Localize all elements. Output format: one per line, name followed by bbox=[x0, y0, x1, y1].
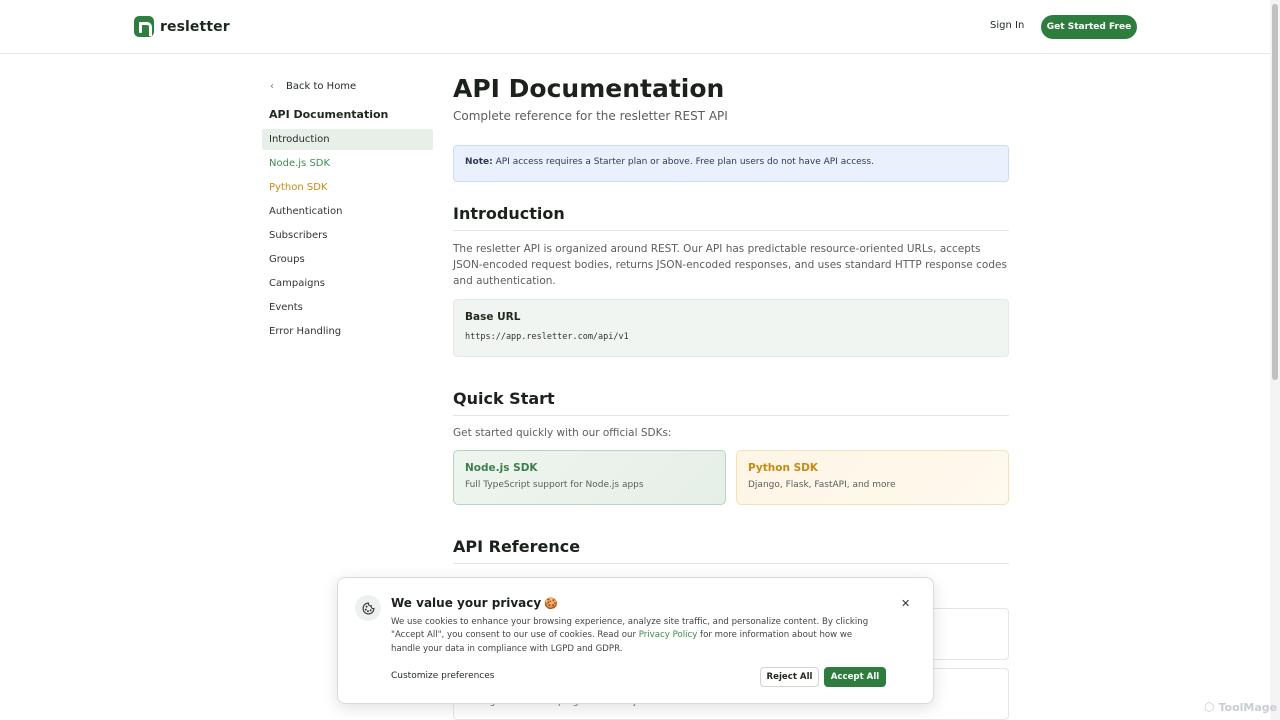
cookie-title-text: We value your privacy bbox=[391, 596, 542, 610]
top-navbar: resletter Sign In Get Started Free bbox=[0, 0, 1270, 54]
cookie-title: We value your privacy 🍪 bbox=[391, 596, 558, 610]
chevron-left-icon: ‹ bbox=[270, 80, 274, 92]
sdk-cards: Node.js SDK Full TypeScript support for … bbox=[453, 450, 1009, 505]
sdk-card-title: Python SDK bbox=[748, 462, 818, 474]
introduction-paragraph: The resletter API is organized around RE… bbox=[453, 243, 1007, 287]
introduction-heading: Introduction bbox=[453, 204, 1009, 231]
base-url-value: https://app.resletter.com/api/v1 bbox=[465, 332, 629, 342]
sdk-card-desc: Django, Flask, FastAPI, and more bbox=[748, 480, 896, 490]
sidebar-title: API Documentation bbox=[269, 108, 389, 121]
quick-start-lead: Get started quickly with our official SD… bbox=[453, 427, 672, 439]
cookie-emoji-icon: 🍪 bbox=[544, 597, 558, 610]
nodejs-sdk-card[interactable]: Node.js SDK Full TypeScript support for … bbox=[453, 450, 726, 505]
cookie-description: We use cookies to enhance your browsing … bbox=[391, 616, 881, 656]
api-access-note: Note: API access requires a Starter plan… bbox=[453, 145, 1009, 182]
watermark-logo-icon: ⬡ bbox=[1204, 700, 1215, 714]
sidebar-item-campaigns[interactable]: Campaigns bbox=[262, 273, 433, 294]
sidebar-item-python-sdk[interactable]: Python SDK bbox=[262, 177, 433, 198]
base-url-label: Base URL bbox=[465, 311, 521, 323]
customize-preferences-link[interactable]: Customize preferences bbox=[391, 671, 494, 681]
base-url-card: Base URL https://app.resletter.com/api/v… bbox=[453, 299, 1009, 357]
watermark-text: ToolMage bbox=[1218, 700, 1278, 714]
logo-icon bbox=[134, 16, 154, 37]
sidebar-item-error-handling[interactable]: Error Handling bbox=[262, 321, 433, 342]
privacy-policy-link[interactable]: Privacy Policy bbox=[639, 630, 698, 640]
close-icon[interactable]: ✕ bbox=[901, 597, 910, 610]
back-to-home-link[interactable]: ‹ Back to Home bbox=[262, 76, 433, 96]
brand-logo[interactable]: resletter bbox=[134, 16, 230, 37]
back-label: Back to Home bbox=[286, 80, 357, 92]
sidebar-item-nodejs-sdk[interactable]: Node.js SDK bbox=[262, 153, 433, 174]
note-text: API access requires a Starter plan or ab… bbox=[492, 157, 874, 167]
sidebar-item-events[interactable]: Events bbox=[262, 297, 433, 318]
docs-main: API Documentation Complete reference for… bbox=[453, 72, 1009, 564]
brand-name: resletter bbox=[160, 18, 230, 35]
page-scrollbar[interactable] bbox=[1270, 0, 1280, 720]
page-subtitle: Complete reference for the resletter RES… bbox=[453, 109, 728, 123]
note-label: Note: bbox=[465, 157, 493, 167]
sign-in-link[interactable]: Sign In bbox=[990, 20, 1024, 31]
sdk-card-title: Node.js SDK bbox=[465, 462, 538, 474]
accept-all-button[interactable]: Accept All bbox=[824, 667, 886, 687]
page-title: API Documentation bbox=[453, 74, 725, 103]
cookie-consent-banner: We value your privacy 🍪 ✕ We use cookies … bbox=[337, 577, 934, 704]
docs-sidebar: ‹ Back to Home API Documentation Introdu… bbox=[262, 76, 433, 345]
watermark: ⬡ ToolMage bbox=[1204, 700, 1277, 714]
quick-start-heading: Quick Start bbox=[453, 389, 1009, 416]
scrollbar-thumb[interactable] bbox=[1272, 4, 1278, 380]
sidebar-item-subscribers[interactable]: Subscribers bbox=[262, 225, 433, 246]
sidebar-nav: Introduction Node.js SDK Python SDK Auth… bbox=[262, 129, 433, 342]
get-started-button[interactable]: Get Started Free bbox=[1041, 15, 1137, 39]
reject-all-button[interactable]: Reject All bbox=[760, 667, 819, 687]
sidebar-item-groups[interactable]: Groups bbox=[262, 249, 433, 270]
sdk-card-desc: Full TypeScript support for Node.js apps bbox=[465, 480, 644, 490]
sidebar-item-introduction[interactable]: Introduction bbox=[262, 129, 433, 150]
sidebar-item-authentication[interactable]: Authentication bbox=[262, 201, 433, 222]
cookie-icon bbox=[355, 595, 381, 621]
api-reference-heading: API Reference bbox=[453, 537, 1009, 564]
python-sdk-card[interactable]: Python SDK Django, Flask, FastAPI, and m… bbox=[736, 450, 1009, 505]
